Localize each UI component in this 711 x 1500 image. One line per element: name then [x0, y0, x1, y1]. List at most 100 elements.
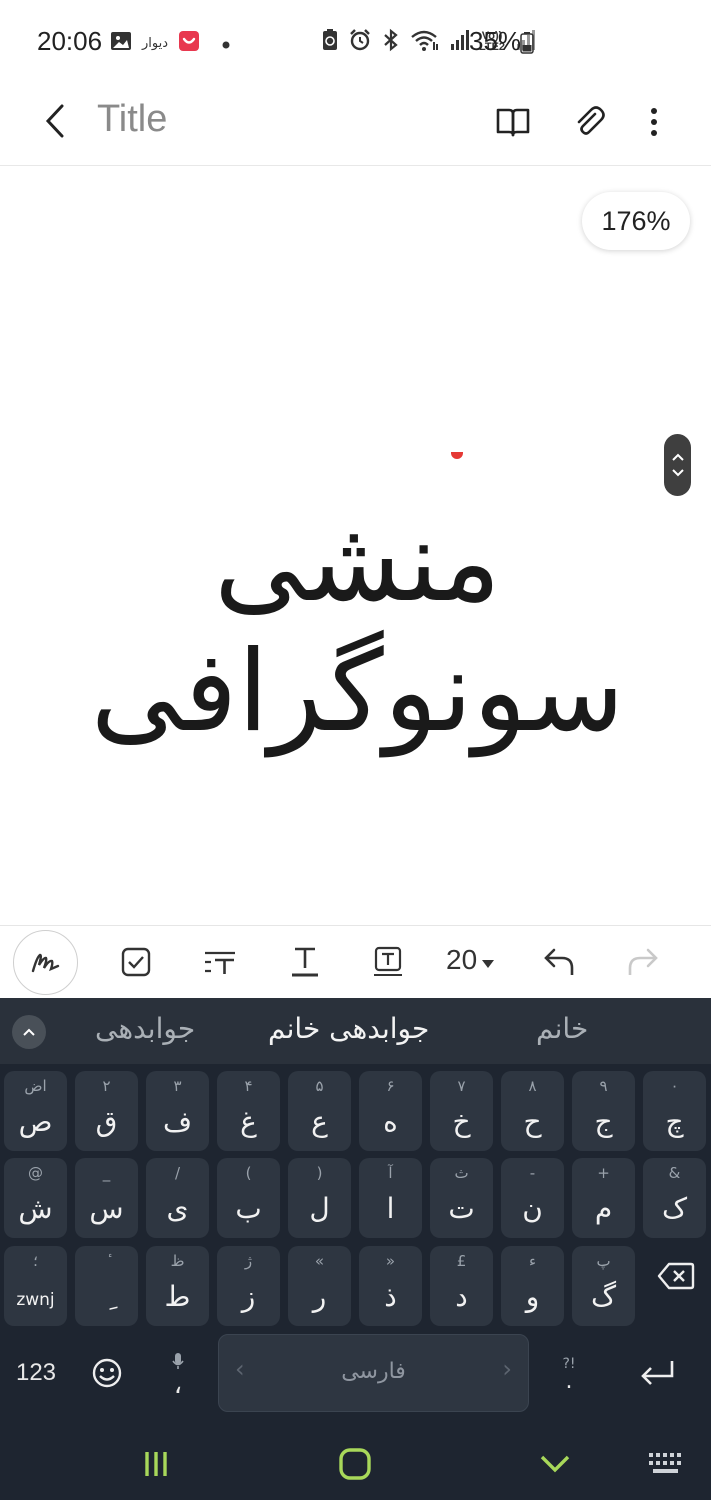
- key-row3-8[interactable]: پگ: [572, 1246, 635, 1326]
- notification-dot-icon: [222, 34, 230, 53]
- key-row1-1[interactable]: ۲ق: [75, 1071, 138, 1151]
- punctuation-key[interactable]: ?! .: [552, 1342, 586, 1406]
- font-size-selector[interactable]: 20: [446, 944, 495, 976]
- battery-percent: 35%: [469, 26, 522, 56]
- key-row1-8[interactable]: ۹ج: [572, 1071, 635, 1151]
- text-style-icon[interactable]: [198, 940, 242, 984]
- key-row1-2[interactable]: ۳ف: [146, 1071, 209, 1151]
- recent-apps-icon[interactable]: [134, 1442, 178, 1486]
- suggestion-3[interactable]: خانم: [536, 1012, 588, 1045]
- battery-icon: [520, 32, 534, 58]
- mic-comma-key[interactable]: ،: [160, 1342, 196, 1406]
- checkbox-icon[interactable]: [114, 940, 158, 984]
- home-icon[interactable]: [333, 1442, 377, 1486]
- key-row2-1[interactable]: _ س: [75, 1158, 138, 1238]
- key-hint: ۷: [457, 1077, 466, 1095]
- font-size-value: 20: [446, 944, 478, 975]
- key-row2-7[interactable]: -ن: [501, 1158, 564, 1238]
- enter-icon[interactable]: [636, 1348, 680, 1398]
- divar-app-icon: دیوار: [142, 35, 169, 51]
- key-char: ع: [311, 1105, 328, 1138]
- zoom-level[interactable]: 176%: [582, 192, 690, 250]
- key-row1-5[interactable]: ۶ه: [359, 1071, 422, 1151]
- attach-icon[interactable]: [567, 100, 611, 144]
- reading-mode-icon[interactable]: [491, 100, 535, 144]
- key-char: ص: [18, 1105, 53, 1138]
- key-hint: _: [102, 1164, 111, 1182]
- collapse-toolbar-icon[interactable]: [12, 1015, 46, 1049]
- underline-text-icon[interactable]: [283, 940, 327, 984]
- key-row1-0[interactable]: اض ص: [4, 1071, 67, 1151]
- key-row2-5[interactable]: آا: [359, 1158, 422, 1238]
- key-char: ِ: [75, 1280, 138, 1313]
- backspace-icon[interactable]: [654, 1248, 698, 1304]
- navigation-bar: [0, 1428, 711, 1500]
- numbers-key[interactable]: 123: [8, 1350, 64, 1396]
- key-char: ف: [162, 1105, 193, 1138]
- undo-icon[interactable]: [537, 940, 581, 984]
- keyboard-switch-icon[interactable]: [644, 1442, 688, 1486]
- key-char: ک: [661, 1192, 688, 1225]
- handwritten-text[interactable]: منشی سونوگرافی: [20, 497, 695, 757]
- more-options-icon[interactable]: [632, 100, 676, 144]
- key-row3-6[interactable]: £ د: [430, 1246, 493, 1326]
- key-hint: ۵: [315, 1077, 324, 1095]
- comma-char: ،: [173, 1370, 183, 1400]
- key-char: و: [525, 1280, 540, 1313]
- key-row1-7[interactable]: ۸ح: [501, 1071, 564, 1151]
- ink-dot: [451, 452, 463, 459]
- key-row3-0[interactable]: ؛ zwnj: [4, 1246, 67, 1326]
- key-row1-9[interactable]: ۰چ: [643, 1071, 706, 1151]
- language-label: فارسی: [341, 1359, 406, 1384]
- key-char: ر: [312, 1280, 327, 1313]
- key-row1-6[interactable]: ۷خ: [430, 1071, 493, 1151]
- key-row3-5[interactable]: » ذ: [359, 1246, 422, 1326]
- key-hint: ۳: [173, 1077, 182, 1095]
- app-header: Title: [0, 84, 711, 166]
- key-row2-3[interactable]: (ب: [217, 1158, 280, 1238]
- scroll-up-down-icon[interactable]: [664, 434, 691, 496]
- key-row2-2[interactable]: / ی: [146, 1158, 209, 1238]
- key-row3-4[interactable]: «ر: [288, 1246, 351, 1326]
- key-row3-1[interactable]: ِٔ: [75, 1246, 138, 1326]
- pen-tool-icon[interactable]: [13, 930, 78, 995]
- key-hint: ): [316, 1164, 323, 1182]
- key-char: خ: [452, 1105, 471, 1138]
- key-row1-4[interactable]: ۵ع: [288, 1071, 351, 1151]
- key-row2-9[interactable]: & ک: [643, 1158, 706, 1238]
- text-box-icon[interactable]: [366, 940, 410, 984]
- key-row2-8[interactable]: + م: [572, 1158, 635, 1238]
- key-row2-4[interactable]: ) ل: [288, 1158, 351, 1238]
- emoji-icon[interactable]: [86, 1350, 128, 1396]
- space-key[interactable]: ‹ فارسی ›: [218, 1334, 529, 1412]
- key-char: ل: [309, 1192, 330, 1225]
- keyboard: جوابدهی جوابدهی خانم خانم اض ص ۲ ق ۳ ف ۴ غ ۵ ع ۶ ه ۷…: [0, 998, 711, 1428]
- key-row3-3[interactable]: ژز: [217, 1246, 280, 1326]
- editor-toolbar: 20: [0, 925, 711, 998]
- key-char: ش: [18, 1192, 53, 1225]
- key-hint: @: [28, 1164, 43, 1182]
- hide-keyboard-icon[interactable]: [533, 1442, 577, 1486]
- key-hint: ٔ: [75, 1252, 138, 1270]
- note-title[interactable]: Title: [97, 98, 167, 141]
- key-char: ه: [383, 1105, 398, 1138]
- key-row2-0[interactable]: @ ش: [4, 1158, 67, 1238]
- chevron-left-icon[interactable]: [36, 100, 76, 144]
- red-app-icon: [178, 30, 200, 56]
- key-char: ن: [522, 1192, 543, 1225]
- key-row3-7[interactable]: ءو: [501, 1246, 564, 1326]
- suggestion-1[interactable]: جوابدهی: [95, 1012, 195, 1045]
- key-char: ط: [164, 1280, 191, 1313]
- bluetooth-icon: [381, 28, 401, 56]
- key-char: س: [89, 1192, 124, 1225]
- punct-main: .: [565, 1369, 573, 1394]
- note-canvas[interactable]: 176% منشی سونوگرافی: [0, 167, 711, 925]
- suggestion-2[interactable]: جوابدهی خانم: [268, 1012, 429, 1045]
- status-bar: 20:06 دیوار Vo)) LTE2 35%: [0, 0, 711, 84]
- key-char: zwnj: [16, 1290, 55, 1310]
- key-row2-6[interactable]: ثت: [430, 1158, 493, 1238]
- key-row3-2[interactable]: ظط: [146, 1246, 209, 1326]
- redo-icon[interactable]: [621, 940, 665, 984]
- key-char: غ: [240, 1105, 257, 1138]
- key-row1-3[interactable]: ۴غ: [217, 1071, 280, 1151]
